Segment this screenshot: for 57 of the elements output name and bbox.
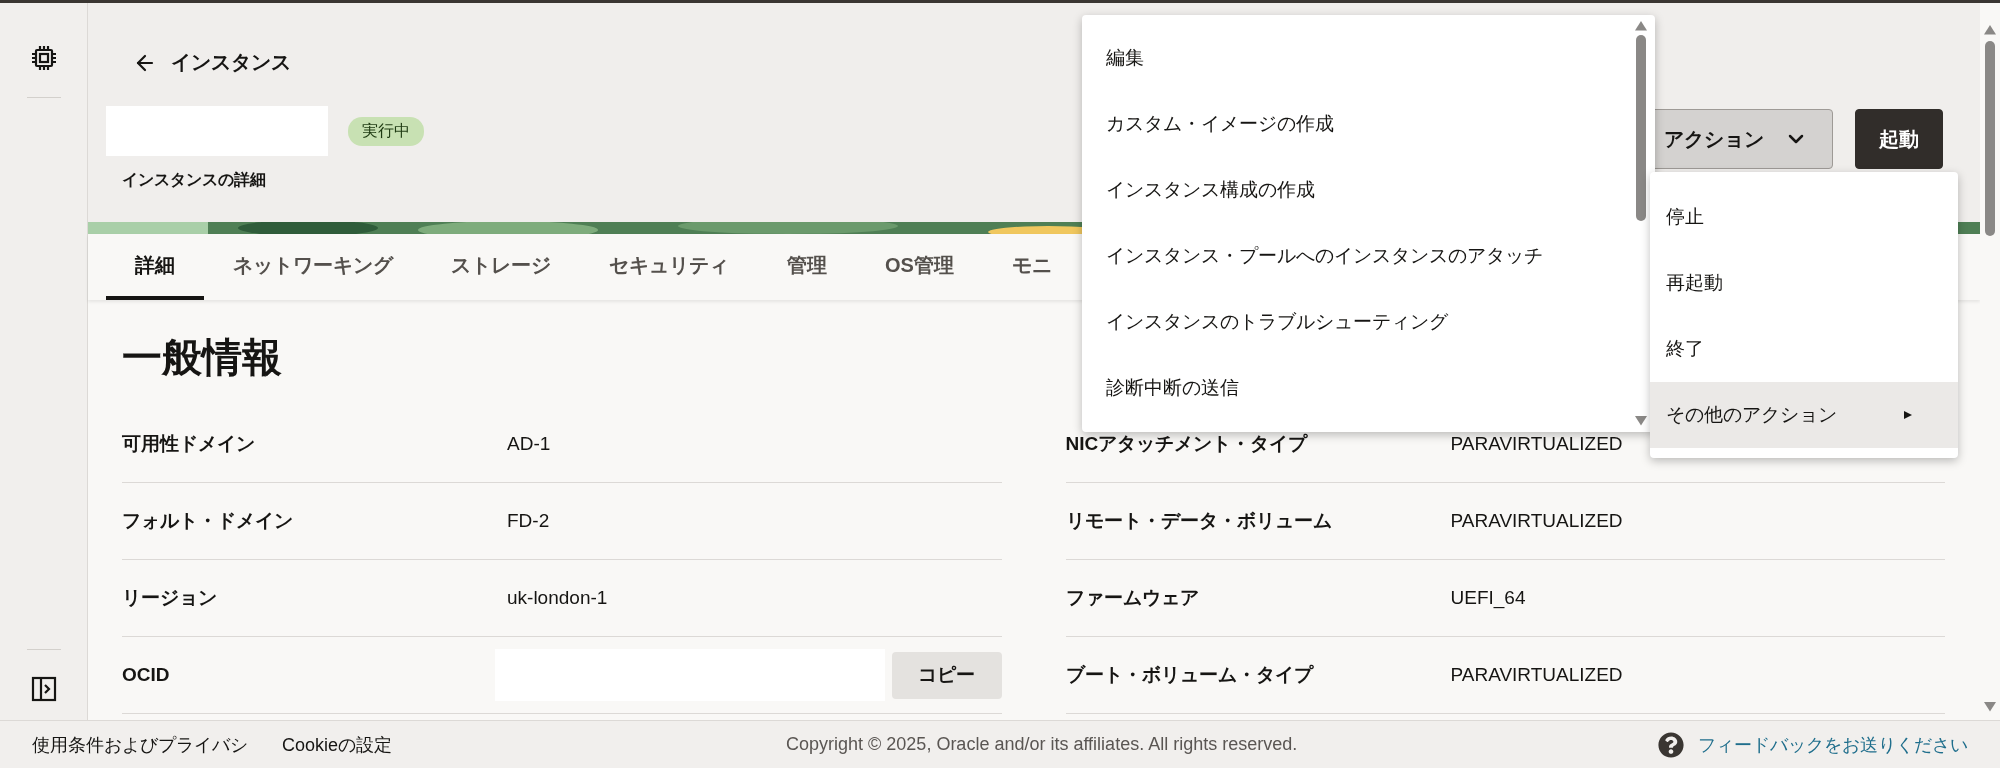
menu-item[interactable]: カスタム・イメージの作成	[1082, 91, 1632, 157]
field-label: ファームウェア	[1065, 586, 1200, 610]
scroll-down-icon[interactable]	[1984, 702, 1996, 712]
menu-item-label[interactable]: 終了	[1666, 336, 1704, 362]
copy-button[interactable]: コピー	[891, 651, 1002, 699]
field-label: 可用性ドメイン	[122, 432, 256, 456]
menu-item[interactable]: インスタンス・プールへのインスタンスのアタッチ	[1082, 223, 1632, 289]
footer-link[interactable]: Cookieの設定	[282, 732, 393, 757]
menu-item-label[interactable]: 停止	[1666, 204, 1704, 230]
scroll-up-icon[interactable]	[1984, 25, 1996, 35]
panel-toggle-icon[interactable]	[30, 676, 57, 702]
tab[interactable]: OS管理	[856, 234, 983, 300]
tab[interactable]: ストレージ	[422, 234, 580, 300]
menu-item[interactable]: 終了	[1650, 316, 1958, 382]
copyright-text: Copyright © 2025, Oracle and/or its affiliates. All rights reserved.	[786, 734, 1298, 755]
tab[interactable]: ネットワーキング	[204, 234, 422, 300]
section-heading: 一般情報	[122, 334, 283, 381]
back-link[interactable]: インスタンス	[133, 49, 424, 76]
field-label: OCID	[122, 664, 171, 686]
field-label: NICアタッチメント・タイプ	[1065, 432, 1309, 456]
back-link-label[interactable]: インスタンス	[171, 49, 291, 76]
field-value: FD-2	[507, 510, 550, 532]
tab[interactable]: セキュリティ	[580, 234, 758, 300]
menu-item[interactable]: 再起動	[1650, 250, 1958, 316]
start-button[interactable]: 起動	[1855, 109, 1943, 169]
scroll-down-icon[interactable]	[1635, 416, 1647, 426]
help-icon[interactable]	[1658, 731, 1684, 758]
tab[interactable]: 管理	[758, 234, 856, 300]
scroll-thumb[interactable]	[1636, 34, 1646, 221]
menu-item-label[interactable]: その他のアクション	[1666, 402, 1837, 428]
menu-item[interactable]: 停止	[1650, 184, 1958, 250]
menu-item-label[interactable]: 再起動	[1666, 270, 1723, 296]
status-badge: 実行中	[348, 116, 424, 146]
field-value: PARAVIRTUALIZED	[1450, 510, 1623, 532]
footer-link[interactable]: 使用条件およびプライバシ	[32, 732, 248, 757]
field-value: UEFI_64	[1450, 587, 1526, 609]
field-value: uk-london-1	[507, 587, 608, 609]
field-value: PARAVIRTUALIZED	[1450, 664, 1623, 686]
field-value: PARAVIRTUALIZED	[1450, 433, 1623, 455]
menu-item[interactable]: 編集	[1082, 25, 1632, 91]
feedback-link[interactable]: フィードバックをお送りください	[1698, 732, 1968, 757]
page-subtitle: インスタンスの詳細	[122, 170, 267, 190]
field-label: フォルト・ドメイン	[122, 509, 294, 533]
menu-item[interactable]: インスタンスのトラブルシューティング	[1082, 289, 1632, 355]
scroll-thumb[interactable]	[1985, 40, 1995, 236]
chip-icon[interactable]	[30, 45, 57, 71]
tab[interactable]: 詳細	[106, 234, 204, 300]
menu-item[interactable]: インスタンス構成の作成	[1082, 157, 1632, 223]
scroll-up-icon[interactable]	[1635, 21, 1647, 31]
field-label: ブート・ボリューム・タイプ	[1065, 663, 1315, 687]
field-label: リモート・データ・ボリューム	[1065, 509, 1333, 533]
tab[interactable]: モニ	[982, 234, 1081, 300]
field-value: AD-1	[507, 433, 551, 455]
menu-item[interactable]: 診断中断の送信	[1082, 355, 1632, 421]
field-label: リージョン	[122, 586, 218, 610]
caret-icon[interactable]	[1904, 411, 1914, 419]
menu-item[interactable]: その他のアクション	[1650, 382, 1958, 448]
